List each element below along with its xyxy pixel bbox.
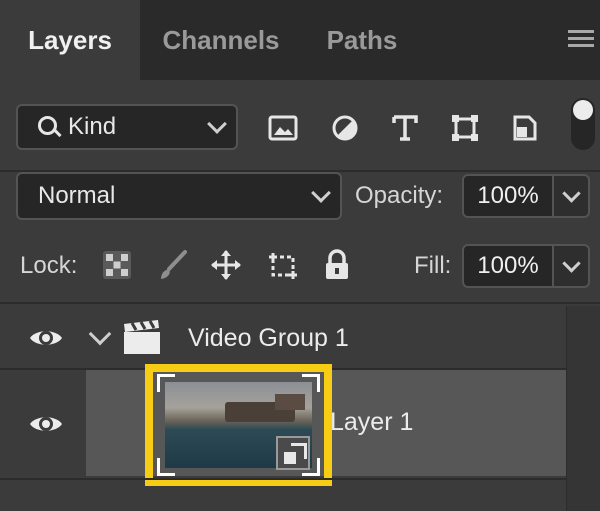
lock-row: Lock: Fill: 100%: [0, 234, 600, 304]
search-icon: [38, 116, 60, 138]
video-group-clapperboard-icon: [122, 320, 162, 356]
tab-paths[interactable]: Paths: [302, 0, 422, 80]
group-expand-chevron-icon[interactable]: [88, 322, 112, 346]
image-filter-icon[interactable]: [268, 113, 298, 143]
lock-artboard-icon[interactable]: [266, 248, 300, 282]
type-filter-icon[interactable]: [390, 113, 420, 143]
group-name-label: Video Group 1: [188, 324, 349, 352]
filter-kind-label: Kind: [68, 113, 117, 140]
visibility-eye-icon[interactable]: [28, 406, 64, 442]
smart-object-filter-icon[interactable]: [510, 113, 540, 143]
panel-menu-icon[interactable]: [568, 30, 594, 50]
filter-toggle-switch[interactable]: [571, 98, 595, 150]
chevron-down-icon: [311, 183, 331, 203]
layer-list-scrollbar[interactable]: [566, 306, 600, 511]
smart-object-badge-icon: [276, 436, 310, 470]
lock-image-pixels-icon[interactable]: [156, 248, 190, 282]
blend-row: Normal Opacity: 100%: [0, 172, 600, 234]
blend-mode-label: Normal: [38, 182, 116, 209]
lock-transparent-pixels-icon[interactable]: [100, 248, 134, 282]
layer-group-row[interactable]: Video Group 1: [0, 306, 566, 370]
layer-filter-bar: Kind: [0, 80, 600, 172]
layer-list-empty-area: [0, 478, 566, 511]
panel-tab-bar: Layers Channels Paths: [0, 0, 600, 80]
shape-filter-icon[interactable]: [450, 113, 480, 143]
layer-thumbnail-highlight[interactable]: [145, 364, 332, 486]
fill-input[interactable]: 100%: [462, 244, 554, 288]
fill-slider-button[interactable]: [554, 244, 590, 288]
layer-name-label: Layer 1: [330, 408, 414, 436]
chevron-down-icon: [207, 114, 227, 134]
lock-position-icon[interactable]: [209, 248, 243, 282]
opacity-label: Opacity:: [355, 182, 444, 209]
visibility-eye-icon[interactable]: [28, 320, 64, 356]
opacity-input[interactable]: 100%: [462, 174, 554, 218]
lock-label: Lock:: [20, 252, 78, 279]
blend-mode-dropdown[interactable]: Normal: [16, 172, 342, 220]
lock-all-icon[interactable]: [320, 248, 354, 282]
tab-channels[interactable]: Channels: [140, 0, 302, 80]
tab-layers[interactable]: Layers: [0, 0, 140, 80]
fill-label: Fill:: [414, 252, 452, 279]
opacity-slider-button[interactable]: [554, 174, 590, 218]
adjustment-filter-icon[interactable]: [330, 113, 360, 143]
filter-kind-dropdown[interactable]: Kind: [16, 104, 238, 150]
